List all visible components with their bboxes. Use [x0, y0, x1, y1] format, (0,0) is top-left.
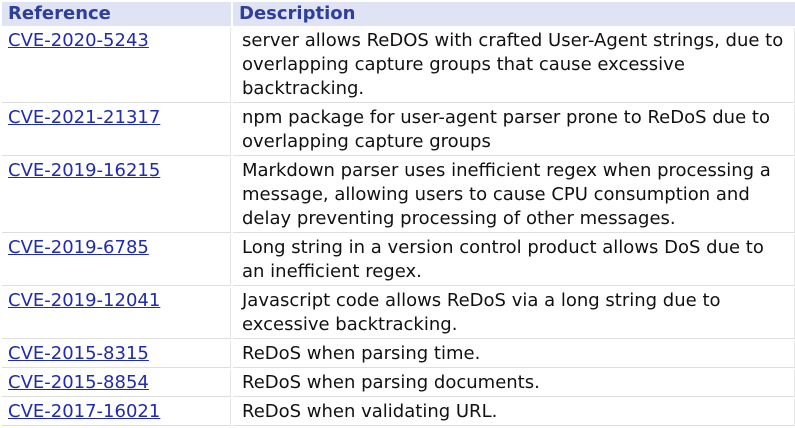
cve-reference-table: Reference Description CVE-2020-5243 serv…	[0, 0, 795, 428]
reference-cell: CVE-2019-16215	[2, 158, 231, 233]
table-row: CVE-2015-8854 ReDoS when parsing documen…	[2, 370, 795, 397]
description-cell: Javascript code allows ReDoS via a long …	[233, 288, 795, 339]
table-row: CVE-2021-21317 npm package for user-agen…	[2, 105, 795, 156]
description-cell: Long string in a version control product…	[233, 235, 795, 286]
table-row: CVE-2017-16021 ReDoS when validating URL…	[2, 399, 795, 426]
table-row: CVE-2015-8315 ReDoS when parsing time.	[2, 341, 795, 368]
table-row: CVE-2019-16215 Markdown parser uses inef…	[2, 158, 795, 233]
reference-cell: CVE-2021-21317	[2, 105, 231, 156]
reference-cell: CVE-2019-12041	[2, 288, 231, 339]
cve-link[interactable]: CVE-2019-6785	[8, 237, 149, 258]
table-row: CVE-2019-6785 Long string in a version c…	[2, 235, 795, 286]
table-row: CVE-2019-12041 Javascript code allows Re…	[2, 288, 795, 339]
cve-link[interactable]: CVE-2019-12041	[8, 290, 160, 311]
column-header-description: Description	[233, 2, 795, 26]
reference-cell: CVE-2017-16021	[2, 399, 231, 426]
reference-cell: CVE-2019-6785	[2, 235, 231, 286]
cve-link[interactable]: CVE-2015-8315	[8, 343, 149, 364]
cve-link[interactable]: CVE-2021-21317	[8, 107, 160, 128]
description-cell: server allows ReDOS with crafted User-Ag…	[233, 28, 795, 103]
description-cell: ReDoS when validating URL.	[233, 399, 795, 426]
reference-cell: CVE-2020-5243	[2, 28, 231, 103]
table-row: CVE-2020-5243 server allows ReDOS with c…	[2, 28, 795, 103]
cve-link[interactable]: CVE-2020-5243	[8, 30, 149, 51]
description-cell: ReDoS when parsing documents.	[233, 370, 795, 397]
reference-cell: CVE-2015-8315	[2, 341, 231, 368]
cve-link[interactable]: CVE-2017-16021	[8, 401, 160, 422]
table-header-row: Reference Description	[2, 2, 795, 26]
cve-link[interactable]: CVE-2019-16215	[8, 160, 160, 181]
description-cell: npm package for user-agent parser prone …	[233, 105, 795, 156]
description-cell: Markdown parser uses inefficient regex w…	[233, 158, 795, 233]
reference-cell: CVE-2015-8854	[2, 370, 231, 397]
cve-link[interactable]: CVE-2015-8854	[8, 372, 149, 393]
column-header-reference: Reference	[2, 2, 231, 26]
description-cell: ReDoS when parsing time.	[233, 341, 795, 368]
